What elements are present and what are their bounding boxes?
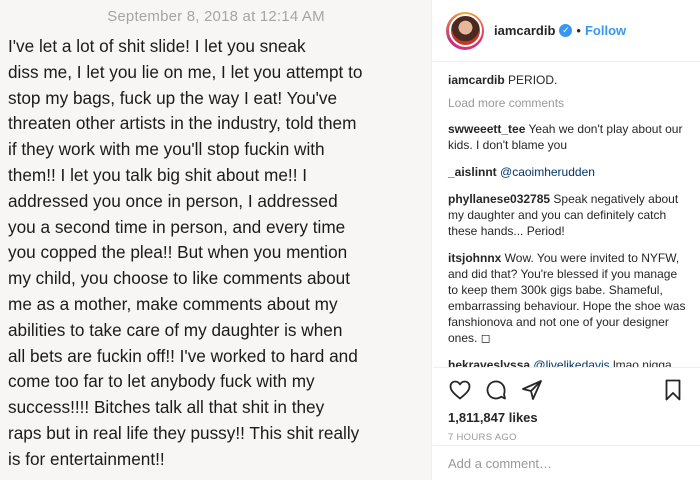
verified-icon: ✓ [559,24,573,37]
comments-list: iamcardib PERIOD. Load more comments sww… [433,62,700,367]
comment-item: itsjohnnx Wow. You were invited to NYFW,… [448,250,686,346]
post-actions: 1,811,847 likes 7 HOURS AGO [433,367,700,443]
heart-icon[interactable] [448,378,472,402]
caption-username[interactable]: iamcardib [448,73,505,87]
post-sidebar: iamcardib ✓ • Follow iamcardib PERIOD. L… [433,0,700,480]
separator-dot: • [576,23,581,38]
add-comment-input[interactable] [448,455,685,471]
comment-mention[interactable]: @livelikedavis [530,358,609,367]
post-image: September 8, 2018 at 12:14 AM I've let a… [0,0,432,480]
story-ring[interactable] [446,11,484,50]
add-comment-bar [433,445,700,480]
comment-username[interactable]: phyllanese032785 [448,192,550,206]
comment-item: phyllanese032785 Speak negatively about … [448,191,686,239]
comment-username[interactable]: hekraveslyssa [448,358,530,367]
comment-username[interactable]: itsjohnnx [448,251,501,265]
comment-username[interactable]: swweeett_tee [448,122,525,136]
comment-text: Wow. You were invited to NYFW, and did t… [448,251,686,345]
comment-item: swweeett_tee Yeah we don't play about ou… [448,121,686,153]
load-more-comments-link[interactable]: Load more comments [448,95,686,111]
post-header: iamcardib ✓ • Follow [433,0,700,62]
comment-mention[interactable]: @caoimherudden [497,165,595,179]
follow-button[interactable]: Follow [585,23,626,38]
note-date: September 8, 2018 at 12:14 AM [107,8,325,25]
caption: iamcardib PERIOD. [448,72,686,88]
avatar[interactable] [448,14,482,47]
comment-item: hekraveslyssa @livelikedavis lmao nigga … [448,357,686,367]
share-icon[interactable] [520,378,544,402]
comment-icon[interactable] [484,378,508,402]
note-body: I've let a lot of shit slide! I let you … [8,36,363,469]
header-username[interactable]: iamcardib [494,23,555,38]
comment-username[interactable]: _aislinnt [448,165,497,179]
caption-text: PERIOD. [504,73,558,87]
post-timestamp[interactable]: 7 HOURS AGO [448,432,685,443]
comment-item: _aislinnt @caoimherudden [448,164,686,180]
likes-count[interactable]: 1,811,847 likes [448,410,685,425]
bookmark-icon[interactable] [661,378,685,402]
action-icons [448,376,685,404]
